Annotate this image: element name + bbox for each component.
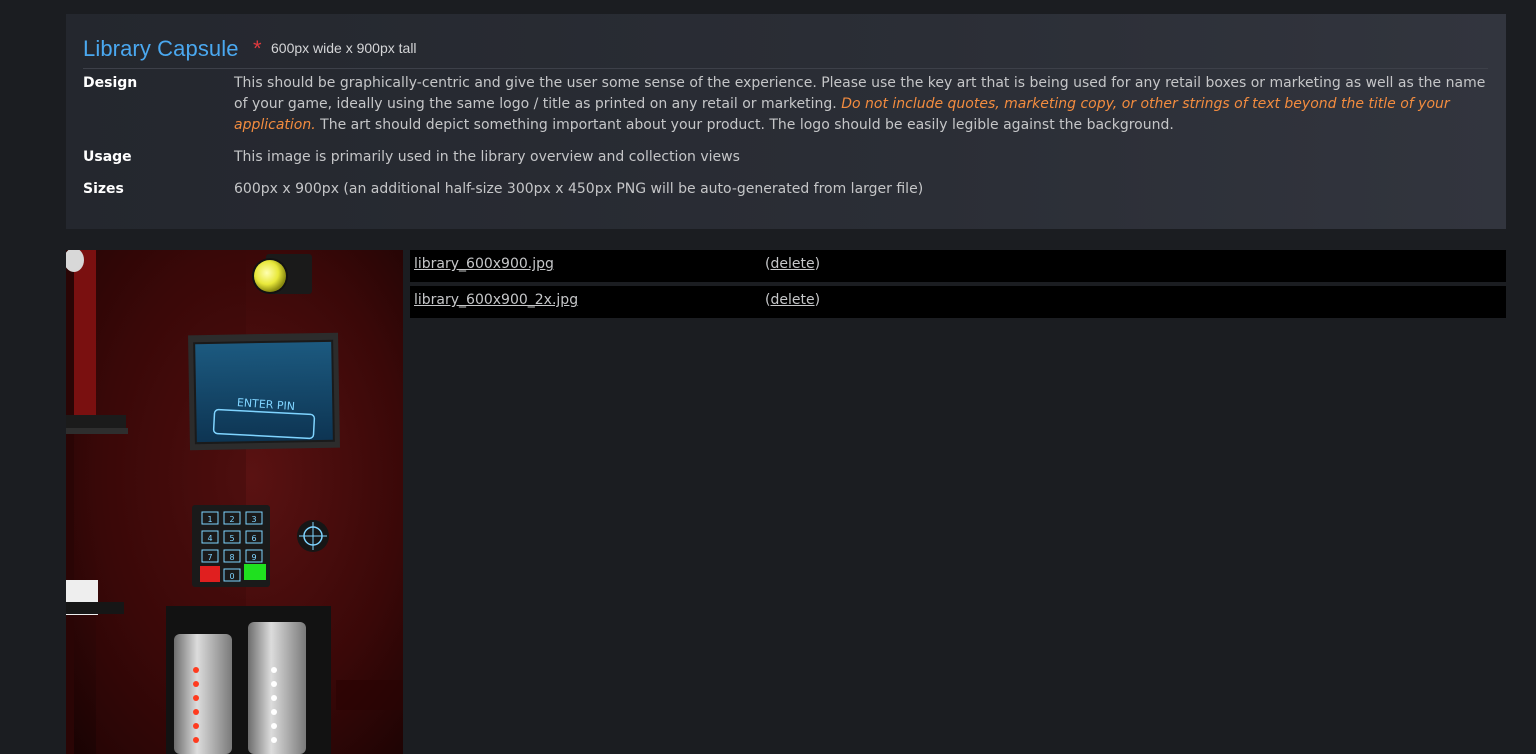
keypad-key-label: 8 <box>229 553 234 562</box>
capsule-preview-image: ENTER PIN 1234567890 <box>66 250 403 754</box>
delete-close-paren: ) <box>814 256 821 272</box>
design-label: Design <box>83 75 138 91</box>
canister-led <box>271 737 277 743</box>
usage-row: Usage This image is primarily used in th… <box>83 147 1488 169</box>
file-link[interactable]: library_600x900.jpg <box>414 256 554 272</box>
file-delete-control: (delete) <box>765 256 820 272</box>
canister-led <box>193 667 199 673</box>
keypad-key-label: 3 <box>251 515 256 524</box>
file-link[interactable]: library_600x900_2x.jpg <box>414 292 578 308</box>
keypad-key-label: 4 <box>207 534 212 543</box>
file-row: library_600x900.jpg (delete) <box>410 250 1506 282</box>
delete-close-paren: ) <box>814 292 821 308</box>
sizes-label: Sizes <box>83 181 124 197</box>
sizes-description: 600px x 900px (an additional half-size 3… <box>234 181 924 197</box>
usage-label: Usage <box>83 149 132 165</box>
canister-led <box>193 737 199 743</box>
asset-info-panel: Library Capsule * 600px wide x 900px tal… <box>66 14 1506 229</box>
canister-led <box>271 709 277 715</box>
design-description: This should be graphically-centric and g… <box>234 73 1488 136</box>
delete-link[interactable]: delete <box>770 256 814 272</box>
delete-link[interactable]: delete <box>770 292 814 308</box>
keypad-key-label: 6 <box>251 534 256 543</box>
uploaded-files-list: library_600x900.jpg (delete) library_600… <box>410 250 1506 322</box>
dimensions-note: 600px wide x 900px tall <box>271 40 417 56</box>
canister-led <box>271 667 277 673</box>
keypad-key-label: 9 <box>251 553 256 562</box>
keypad-key-label: 0 <box>229 572 234 581</box>
canister-led <box>193 695 199 701</box>
keypad-key-label: 2 <box>229 515 234 524</box>
keypad-key-label: 5 <box>229 534 234 543</box>
capsule-artwork: ENTER PIN 1 2 34 5 67 8 90 <box>66 250 403 754</box>
canister-led <box>193 681 199 687</box>
canister-led <box>271 723 277 729</box>
canister-led <box>193 723 199 729</box>
canister-led <box>271 681 277 687</box>
required-marker: * <box>253 36 262 61</box>
asset-header: Library Capsule * 600px wide x 900px tal… <box>83 34 1488 69</box>
keypad-key-label: 7 <box>207 553 212 562</box>
canister-led <box>193 709 199 715</box>
design-text-outro: The art should depict something importan… <box>320 117 1174 133</box>
usage-description: This image is primarily used in the libr… <box>234 149 740 165</box>
design-row: Design This should be graphically-centri… <box>83 73 1488 139</box>
sizes-row: Sizes 600px x 900px (an additional half-… <box>83 179 1488 201</box>
file-row: library_600x900_2x.jpg (delete) <box>410 286 1506 318</box>
asset-title: Library Capsule <box>83 36 239 61</box>
canister-led <box>271 695 277 701</box>
keypad-key-label: 1 <box>207 515 212 524</box>
file-delete-control: (delete) <box>765 292 820 308</box>
